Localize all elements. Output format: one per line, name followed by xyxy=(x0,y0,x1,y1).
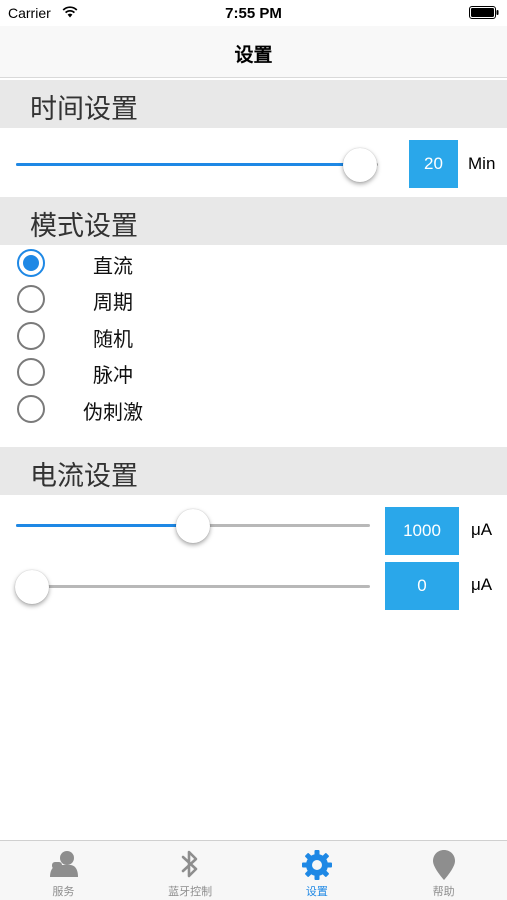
time-unit-label: Min xyxy=(468,154,496,173)
tab-settings[interactable]: 设置 xyxy=(254,841,381,900)
slider-fill xyxy=(16,524,193,527)
mode-option-pulse[interactable]: 脉冲 xyxy=(0,355,507,391)
current-settings-header: 电流设置 xyxy=(0,447,507,495)
slider-track xyxy=(32,585,370,588)
time-settings-header: 时间设置 xyxy=(0,80,507,128)
radio-button[interactable] xyxy=(17,395,45,423)
radio-button[interactable] xyxy=(17,249,45,277)
radio-button[interactable] xyxy=(17,322,45,350)
page-title: 设置 xyxy=(234,44,273,66)
current-settings-title: 电流设置 xyxy=(30,461,138,492)
mode-option-direct[interactable]: 直流 xyxy=(0,246,507,282)
current-value-box-secondary[interactable]: 0 xyxy=(385,562,459,610)
nav-bar: 设置 xyxy=(0,26,507,78)
radio-label: 直流 xyxy=(93,254,133,278)
current-slider-secondary[interactable] xyxy=(15,566,370,606)
current-slider-primary[interactable] xyxy=(16,505,370,545)
slider-thumb[interactable] xyxy=(176,509,210,543)
tab-help[interactable]: 帮助 xyxy=(380,841,507,900)
radio-label: 随机 xyxy=(93,327,133,351)
mode-settings-header: 模式设置 xyxy=(0,197,507,245)
slider-thumb[interactable] xyxy=(342,148,377,182)
tab-label: 蓝牙控制 xyxy=(168,885,213,898)
tab-label: 设置 xyxy=(305,885,328,898)
radio-label: 周期 xyxy=(93,290,133,314)
tab-bluetooth[interactable]: 蓝牙控制 xyxy=(127,841,254,900)
bluetooth-icon xyxy=(181,850,198,878)
time-settings-title: 时间设置 xyxy=(30,94,138,125)
tab-label: 帮助 xyxy=(432,885,455,898)
current-value-box-primary[interactable]: 1000 xyxy=(385,507,459,555)
time-value-box[interactable]: 20 xyxy=(409,140,458,188)
mode-option-random[interactable]: 随机 xyxy=(0,319,507,355)
location-pin-icon xyxy=(432,850,455,880)
time-slider[interactable] xyxy=(16,144,378,184)
battery-icon xyxy=(469,6,499,19)
user-support-icon xyxy=(50,851,79,877)
gear-icon xyxy=(301,850,332,880)
slider-thumb[interactable] xyxy=(15,570,49,604)
radio-button[interactable] xyxy=(17,285,45,313)
mode-settings-title: 模式设置 xyxy=(30,211,138,242)
mode-option-periodic[interactable]: 周期 xyxy=(0,282,507,318)
radio-label: 脉冲 xyxy=(93,363,133,387)
status-time: 7:55 PM xyxy=(225,5,282,22)
mode-option-sham[interactable]: 伪刺激 xyxy=(0,392,507,428)
current-unit-label-secondary: μA xyxy=(471,575,493,594)
tab-bar: 服务 蓝牙控制 设置 帮助 xyxy=(0,840,507,900)
status-bar: Carrier 7:55 PM xyxy=(0,0,507,26)
current-unit-label-primary: μA xyxy=(471,520,493,539)
slider-fill xyxy=(16,163,360,166)
tab-service[interactable]: 服务 xyxy=(0,841,127,900)
radio-button[interactable] xyxy=(17,358,45,386)
tab-label: 服务 xyxy=(52,885,75,898)
radio-label: 伪刺激 xyxy=(83,400,143,424)
